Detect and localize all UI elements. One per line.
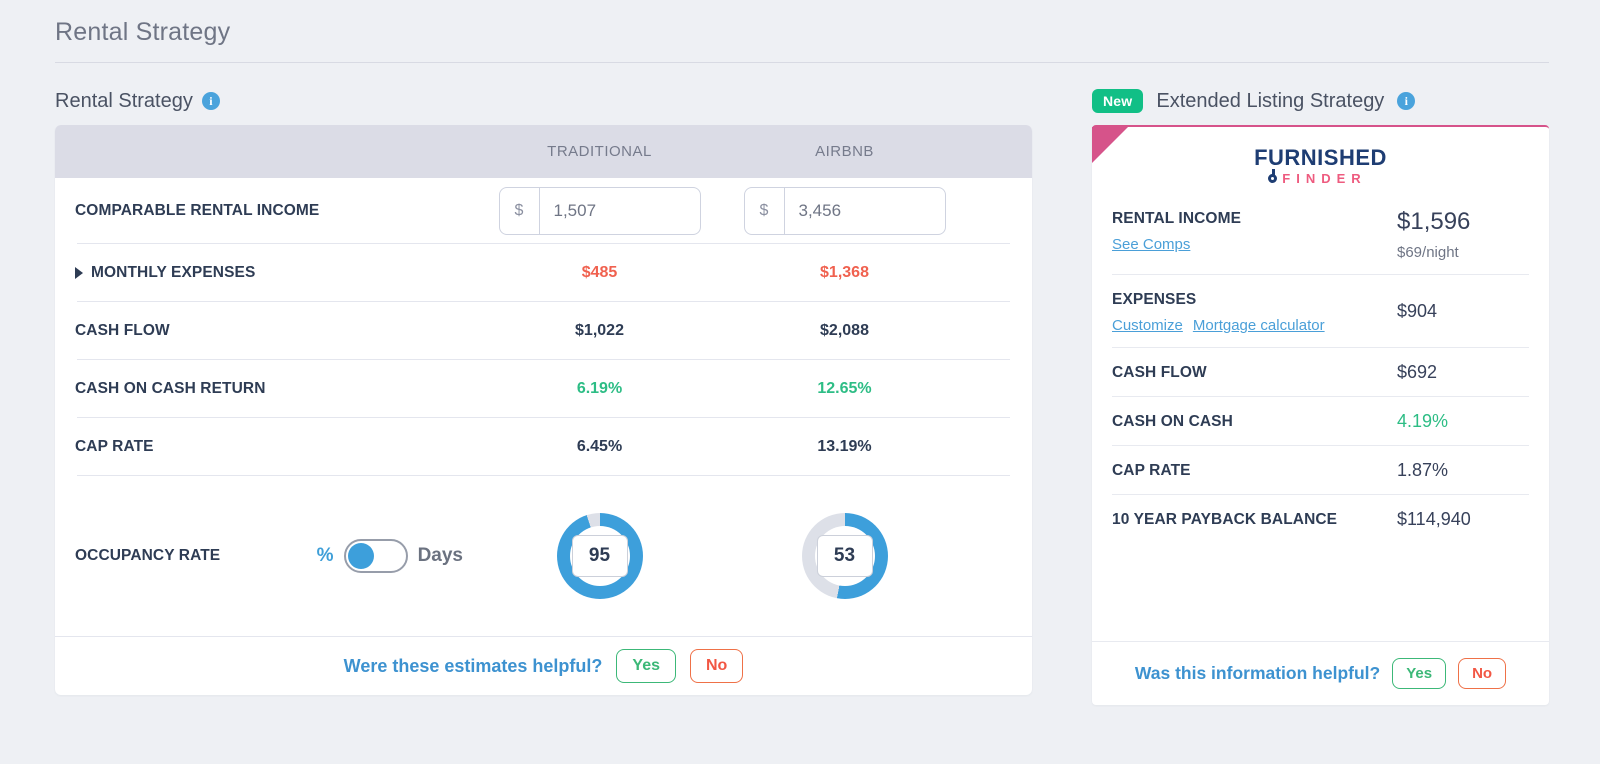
- payback-balance-value: $114,940: [1397, 509, 1529, 530]
- airbnb-cash-flow: $2,088: [722, 322, 967, 340]
- column-header-airbnb: AIRBNB: [722, 143, 967, 160]
- ff-cash-flow-row: CASH FLOW $692: [1092, 348, 1549, 396]
- furnished-finder-logo: FURNISHED FINDER: [1092, 127, 1549, 194]
- row-label: MONTHLY EXPENSES: [91, 264, 255, 282]
- cash-flow-row: CASH FLOW $1,022 $2,088: [55, 302, 1032, 359]
- estimates-feedback-row: Were these estimates helpful? Yes No: [55, 637, 1032, 695]
- info-icon[interactable]: [202, 92, 220, 110]
- currency-prefix: $: [745, 188, 785, 234]
- airbnb-income-input[interactable]: [785, 201, 945, 221]
- row-label: COMPARABLE RENTAL INCOME: [75, 202, 477, 220]
- traditional-cap-rate: 6.45%: [477, 438, 722, 456]
- airbnb-occupancy-input[interactable]: [817, 535, 873, 577]
- column-header-traditional: TRADITIONAL: [477, 143, 722, 160]
- info-icon[interactable]: [1397, 92, 1415, 110]
- payback-balance-row: 10 YEAR PAYBACK BALANCE $114,940: [1092, 495, 1549, 543]
- traditional-occupancy-input[interactable]: [572, 535, 628, 577]
- traditional-occupancy-donut: [557, 513, 643, 599]
- traditional-income-input-group: $: [499, 187, 701, 235]
- rental-income-value: $1,596: [1397, 208, 1529, 236]
- row-label: CASH ON CASH: [1112, 411, 1233, 431]
- row-label: OCCUPANCY RATE: [75, 547, 220, 565]
- corner-ribbon-icon: [1092, 127, 1128, 163]
- rental-strategy-page: Rental Strategy Rental Strategy TRADITIO…: [0, 0, 1600, 705]
- header-divider: [55, 62, 1549, 63]
- mortgage-calculator-link[interactable]: Mortgage calculator: [1193, 317, 1325, 334]
- rental-strategy-card: TRADITIONAL AIRBNB COMPARABLE RENTAL INC…: [55, 125, 1032, 695]
- traditional-cash-flow: $1,022: [477, 322, 722, 340]
- monthly-expenses-expander[interactable]: MONTHLY EXPENSES: [75, 264, 477, 282]
- feedback-question: Was this information helpful?: [1135, 663, 1380, 684]
- occupancy-rate-row: OCCUPANCY RATE % Days: [55, 476, 1032, 636]
- row-label: EXPENSES: [1112, 289, 1325, 309]
- new-badge: New: [1092, 89, 1143, 113]
- airbnb-occupancy-donut: [802, 513, 888, 599]
- traditional-monthly-expenses: $485: [477, 264, 722, 282]
- row-label: CASH ON CASH RETURN: [75, 380, 477, 398]
- row-label: 10 YEAR PAYBACK BALANCE: [1112, 509, 1337, 529]
- airbnb-monthly-expenses: $1,368: [722, 264, 967, 282]
- rental-strategy-section: Rental Strategy TRADITIONAL AIRBNB COMPA…: [55, 87, 1032, 705]
- nightly-rate-value: $69/night: [1397, 244, 1529, 261]
- airbnb-cash-on-cash: 12.65%: [722, 380, 967, 398]
- row-label: CASH FLOW: [1112, 362, 1207, 382]
- occupancy-unit-toggle-group: % Days: [317, 539, 463, 573]
- ff-cash-flow-value: $692: [1397, 362, 1529, 383]
- days-option-label[interactable]: Days: [418, 545, 463, 567]
- row-label: CAP RATE: [1112, 460, 1191, 480]
- percent-option-label[interactable]: %: [317, 545, 334, 567]
- ff-cash-on-cash-row: CASH ON CASH 4.19%: [1092, 397, 1549, 445]
- ff-cash-on-cash-value: 4.19%: [1397, 411, 1529, 432]
- info-feedback-row: Was this information helpful? Yes No: [1092, 641, 1549, 705]
- traditional-cash-on-cash: 6.19%: [477, 380, 722, 398]
- rental-income-row: RENTAL INCOME See Comps $1,596 $69/night: [1092, 194, 1549, 274]
- currency-prefix: $: [500, 188, 540, 234]
- airbnb-income-input-group: $: [744, 187, 946, 235]
- feedback-question: Were these estimates helpful?: [344, 656, 603, 677]
- monthly-expenses-row: MONTHLY EXPENSES $485 $1,368: [55, 244, 1032, 301]
- toggle-knob-icon: [348, 543, 374, 569]
- traditional-income-input[interactable]: [540, 201, 700, 221]
- table-header-row: TRADITIONAL AIRBNB: [55, 125, 1032, 178]
- estimates-no-button[interactable]: No: [690, 649, 743, 683]
- cash-on-cash-return-row: CASH ON CASH RETURN 6.19% 12.65%: [55, 360, 1032, 417]
- comparable-rental-income-row: COMPARABLE RENTAL INCOME $ $: [55, 178, 1032, 243]
- cap-rate-row: CAP RATE 6.45% 13.19%: [55, 418, 1032, 475]
- expenses-row: EXPENSES Customize Mortgage calculator $…: [1092, 275, 1549, 347]
- row-label: CAP RATE: [75, 438, 477, 456]
- estimates-yes-button[interactable]: Yes: [616, 649, 676, 683]
- airbnb-cap-rate: 13.19%: [722, 438, 967, 456]
- extended-listing-title: Extended Listing Strategy: [1156, 90, 1384, 113]
- section-title: Rental Strategy: [55, 90, 193, 113]
- page-header: Rental Strategy: [55, 0, 1549, 63]
- key-icon: [1268, 174, 1277, 183]
- logo-text-furnished: FURNISHED: [1254, 147, 1387, 169]
- ff-cap-rate-row: CAP RATE 1.87%: [1092, 446, 1549, 494]
- expenses-value: $904: [1397, 301, 1529, 322]
- see-comps-link[interactable]: See Comps: [1112, 236, 1190, 253]
- info-yes-button[interactable]: Yes: [1392, 658, 1446, 689]
- furnished-finder-card: FURNISHED FINDER RENTAL INCOME See Comps: [1092, 125, 1549, 705]
- expand-arrow-icon: [75, 267, 83, 279]
- extended-listing-section: New Extended Listing Strategy FURNISHED …: [1092, 87, 1549, 705]
- logo-text-finder: FINDER: [1282, 171, 1366, 186]
- info-no-button[interactable]: No: [1458, 658, 1506, 689]
- page-title: Rental Strategy: [55, 18, 1549, 47]
- customize-link[interactable]: Customize: [1112, 317, 1183, 334]
- row-label: RENTAL INCOME: [1112, 208, 1241, 228]
- occupancy-unit-toggle[interactable]: [344, 539, 408, 573]
- row-label: CASH FLOW: [75, 322, 477, 340]
- ff-cap-rate-value: 1.87%: [1397, 460, 1529, 481]
